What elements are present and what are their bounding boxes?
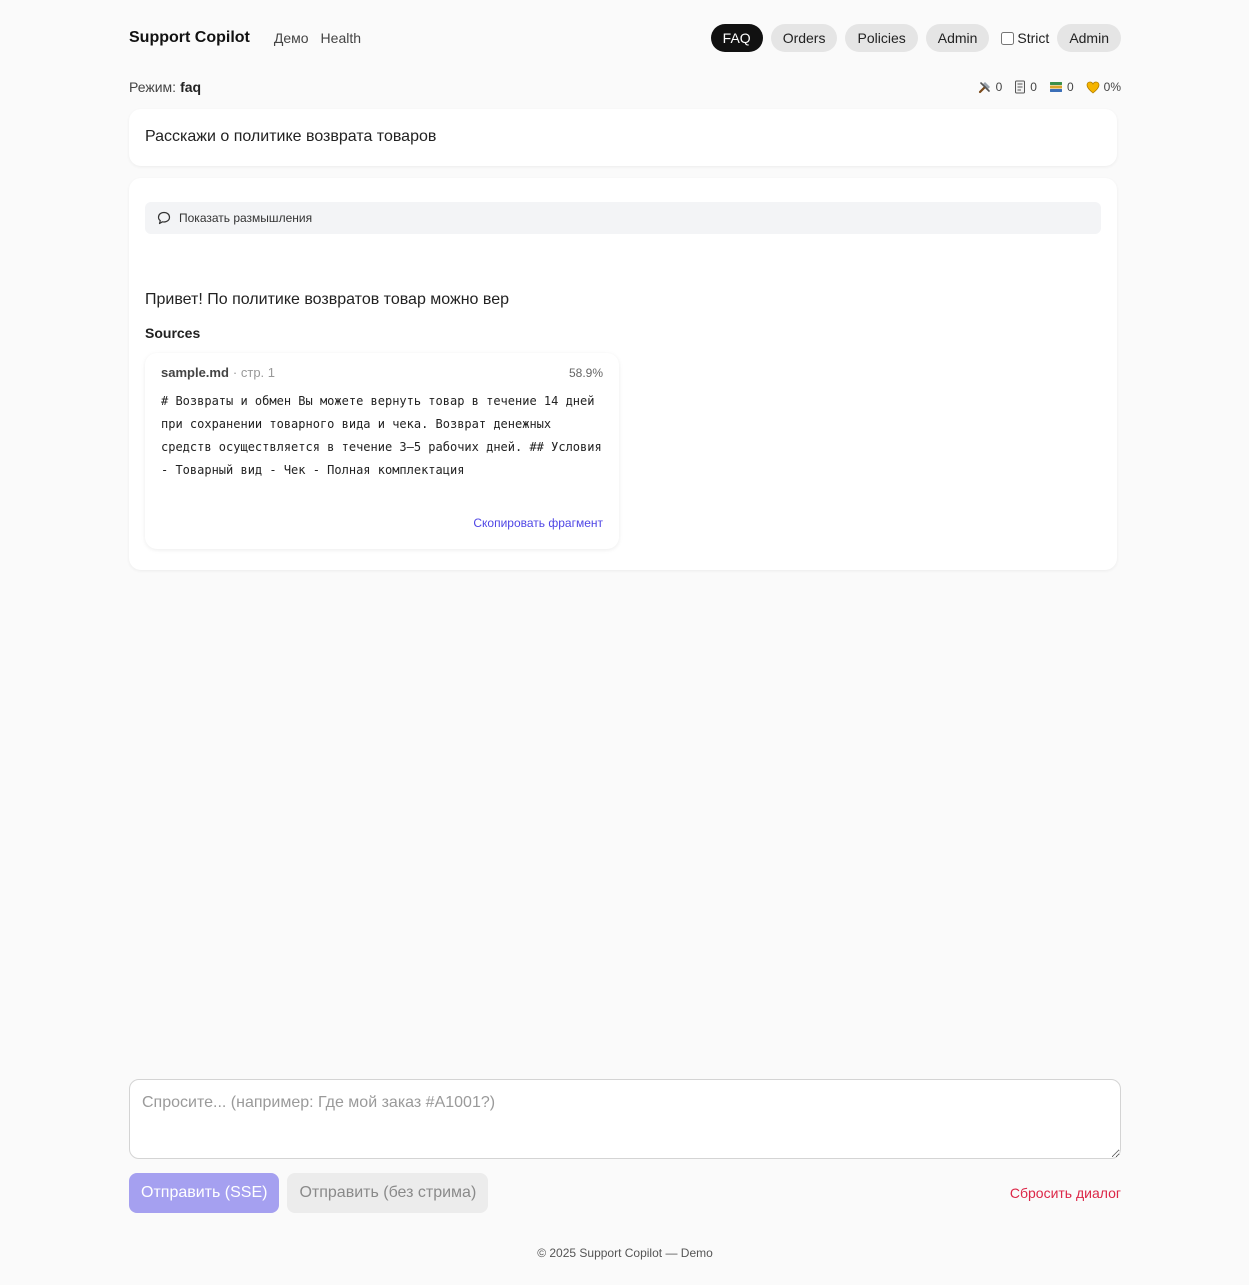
stat-documents: 0 xyxy=(1014,80,1037,94)
source-page: · стр. 1 xyxy=(232,365,276,380)
stat-tools: 0 xyxy=(978,80,1003,94)
stat-score-value: 0% xyxy=(1103,80,1121,94)
copy-fragment-link[interactable]: Скопировать фрагмент xyxy=(473,516,603,530)
strict-toggle[interactable]: Strict xyxy=(1001,30,1049,46)
source-filename: sample.md xyxy=(161,365,229,380)
nav-link-health[interactable]: Health xyxy=(321,30,361,46)
document-icon xyxy=(1015,80,1026,94)
sources-heading: Sources xyxy=(145,325,201,341)
reset-dialog-link[interactable]: Сбросить диалог xyxy=(1010,1185,1121,1201)
source-score: 58.9% xyxy=(568,365,603,380)
tools-icon xyxy=(978,82,990,94)
show-thinking-label: Показать размышления xyxy=(179,211,313,225)
nav-link-demo[interactable]: Демо xyxy=(274,30,309,46)
mode-label: Режим: xyxy=(129,79,177,95)
mode-orders-button[interactable]: Orders xyxy=(770,24,838,52)
stat-books-value: 0 xyxy=(1066,80,1074,94)
user-question-text: Расскажи о политике возврата товаров xyxy=(145,128,437,145)
app-brand: Support Copilot xyxy=(129,29,250,46)
stats-bar: 0 0 0 0% xyxy=(966,80,1121,94)
send-sse-button[interactable]: Отправить (SSE) xyxy=(129,1173,280,1213)
stat-documents-value: 0 xyxy=(1030,80,1037,94)
stat-score: 0% xyxy=(1086,80,1121,94)
send-nostream-button[interactable]: Отправить (без стрима) xyxy=(287,1173,489,1213)
source-card: sample.md · стр. 1 58.9% # Возвраты и об… xyxy=(145,353,619,549)
assistant-answer-text: Привет! По политике возвратов товар можн… xyxy=(145,291,509,308)
source-header: sample.md · стр. 1 58.9% xyxy=(161,365,603,380)
stat-tools-value: 0 xyxy=(995,80,1003,94)
admin-button[interactable]: Admin xyxy=(1057,24,1121,52)
composer-actions: Отправить (SSE) Отправить (без стрима) С… xyxy=(129,1173,1121,1213)
mode-row: Режим: faq 0 0 0 0% xyxy=(129,78,1121,96)
mode-faq-button[interactable]: FAQ xyxy=(710,24,763,52)
strict-checkbox[interactable] xyxy=(1001,31,1015,45)
message-input[interactable] xyxy=(129,1079,1121,1159)
mode-policies-button[interactable]: Policies xyxy=(845,24,918,52)
stat-books: 0 xyxy=(1049,80,1074,94)
assistant-answer-card: Показать размышления Привет! По политике… xyxy=(129,178,1117,570)
footer: © 2025 Support Copilot — Demo xyxy=(537,1246,713,1260)
show-thinking-toggle[interactable]: Показать размышления xyxy=(145,202,1101,234)
chat-bubble-icon xyxy=(157,211,171,225)
source-snippet: # Возвраты и обмен Вы можете вернуть тов… xyxy=(161,394,602,477)
mode-value: faq xyxy=(180,79,202,95)
books-icon xyxy=(1049,82,1062,92)
user-question-card: Расскажи о политике возврата товаров xyxy=(129,109,1117,166)
heart-icon xyxy=(1086,81,1100,94)
top-bar: Support Copilot Демо Health FAQ Orders P… xyxy=(129,24,1121,52)
mode-admin-button[interactable]: Admin xyxy=(925,24,990,52)
strict-label: Strict xyxy=(1017,30,1050,46)
